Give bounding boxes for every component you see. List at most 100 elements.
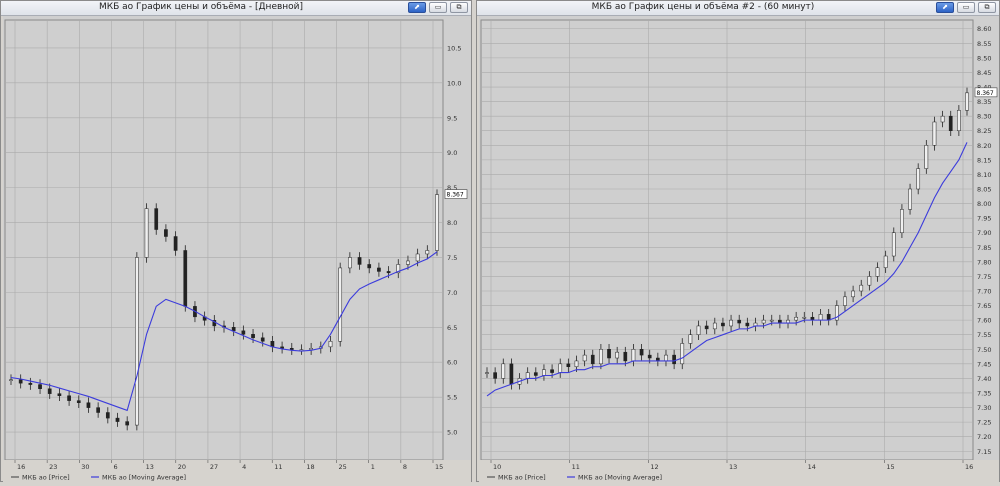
x-tick-label: 13 [729, 463, 737, 471]
chart-window-daily: МКБ ао График цены и объёма - [Дневной] … [0, 0, 472, 482]
price-candle [9, 379, 13, 381]
price-candle [582, 354, 587, 362]
price-candle [696, 325, 701, 335]
x-tick-label: 23 [49, 463, 57, 471]
price-candle [769, 319, 774, 322]
y-tick-label: 7.5 [447, 254, 457, 262]
price-candle [377, 267, 381, 272]
price-candle [509, 363, 514, 385]
price-candle [932, 121, 937, 146]
price-candle [125, 421, 130, 426]
x-tick-label: 1 [371, 463, 375, 471]
price-candle [18, 379, 23, 384]
restore-button[interactable]: ⧉ [450, 2, 468, 13]
price-candle [761, 319, 766, 324]
price-candle [86, 402, 91, 408]
price-candle [883, 255, 888, 268]
price-candle [357, 257, 362, 265]
price-candle [891, 232, 896, 257]
pin-icon[interactable]: ⬈ [936, 2, 954, 13]
x-tick-label: 11 [572, 463, 580, 471]
price-candle [867, 276, 872, 286]
x-tick-label: 25 [339, 463, 347, 471]
price-candle [67, 395, 71, 401]
price-chart-60min[interactable]: 7.15 7.20 7.25 7.30 7.35 7.40 7.45 7.50 7.55 7.60… [479, 16, 999, 482]
price-candle [647, 354, 652, 359]
price-candle [704, 325, 709, 330]
window-title: МКБ ао График цены и объёма - [Дневной] [98, 2, 304, 12]
y-tick-label: 7.40 [977, 375, 991, 383]
y-tick-label: 7.55 [977, 331, 991, 339]
price-candle [493, 372, 497, 379]
y-tick-label: 8.45 [977, 69, 991, 77]
x-tick-label: 15 [435, 463, 443, 471]
price-candle [631, 349, 636, 362]
legend-label: МКБ ао [Price] [498, 474, 546, 482]
price-chart-daily[interactable]: 5.0 5.5 6.0 6.5 7.0 7.5 8.0 8.5 9.0 9.5 10.0 10.5 16… [3, 16, 471, 482]
price-candle [525, 372, 530, 379]
price-candle [425, 250, 430, 255]
y-tick-label: 8.60 [977, 25, 991, 33]
x-axis-band [479, 460, 999, 472]
x-tick-label: 15 [886, 463, 894, 471]
price-candle [386, 271, 391, 274]
price-candle [957, 110, 961, 131]
restore-button[interactable]: ⧉ [978, 2, 996, 13]
price-candle [574, 360, 579, 368]
price-candle [721, 322, 725, 327]
price-candle [485, 372, 489, 374]
price-candle [851, 290, 855, 298]
price-candle [241, 330, 246, 335]
price-candle [415, 253, 420, 262]
chart-svg[interactable]: 5.05.56.06.57.07.58.08.59.09.510.010.516… [3, 16, 471, 482]
price-candle [164, 229, 168, 237]
y-tick-label: 8.05 [977, 186, 991, 194]
y-tick-label: 8.50 [977, 54, 991, 62]
price-candle [328, 341, 333, 348]
pin-icon[interactable]: ⬈ [408, 2, 426, 13]
y-tick-label: 9.5 [447, 114, 457, 122]
price-candle [948, 115, 953, 131]
price-candle [623, 351, 628, 362]
x-tick-label: 30 [81, 463, 89, 471]
legend-label: МКБ ао [Moving Average] [578, 474, 662, 482]
x-tick-label: 12 [650, 463, 658, 471]
y-tick-label: 7.35 [977, 389, 991, 397]
price-candle [550, 369, 554, 373]
y-tick-label: 7.50 [977, 346, 991, 354]
price-candle [144, 208, 149, 258]
legend-band [479, 472, 999, 482]
y-tick-label: 6.5 [447, 324, 457, 332]
price-candle [289, 348, 294, 350]
last-price-label: 8.367 [447, 192, 464, 199]
y-tick-label: 7.90 [977, 229, 991, 237]
price-candle [260, 337, 265, 342]
legend-label: МКБ ао [Moving Average] [102, 474, 186, 482]
y-tick-label: 6.0 [447, 359, 457, 367]
x-tick-label: 27 [210, 463, 218, 471]
chart-svg[interactable]: 7.15 7.20 7.25 7.30 7.35 7.40 7.45 7.50 7.55 7.60… [479, 16, 999, 482]
y-tick-label: 8.0 [447, 219, 457, 227]
y-tick-label: 7.75 [977, 273, 991, 281]
y-tick-label: 10.0 [447, 79, 461, 87]
price-candle [231, 327, 236, 332]
price-candle [664, 354, 668, 362]
x-tick-label: 16 [965, 463, 973, 471]
y-tick-label: 8.30 [977, 113, 991, 121]
window-titlebar[interactable]: МКБ ао График цены и объёма - [Дневной] … [1, 1, 471, 16]
price-candle [908, 188, 912, 210]
price-candle [183, 250, 188, 307]
x-tick-label: 13 [146, 463, 154, 471]
minimize-button[interactable]: ▭ [429, 2, 447, 13]
x-tick-label: 10 [493, 463, 501, 471]
x-tick-label: 16 [17, 463, 25, 471]
price-candle [639, 349, 644, 356]
price-candle [712, 322, 717, 330]
minimize-button[interactable]: ▭ [957, 2, 975, 13]
price-candle [558, 363, 563, 373]
price-candle [745, 322, 750, 327]
price-candle [76, 400, 81, 403]
price-candle [802, 316, 807, 319]
y-tick-label: 7.60 [977, 317, 991, 325]
window-titlebar[interactable]: МКБ ао График цены и объёма #2 - (60 мин… [477, 1, 999, 16]
